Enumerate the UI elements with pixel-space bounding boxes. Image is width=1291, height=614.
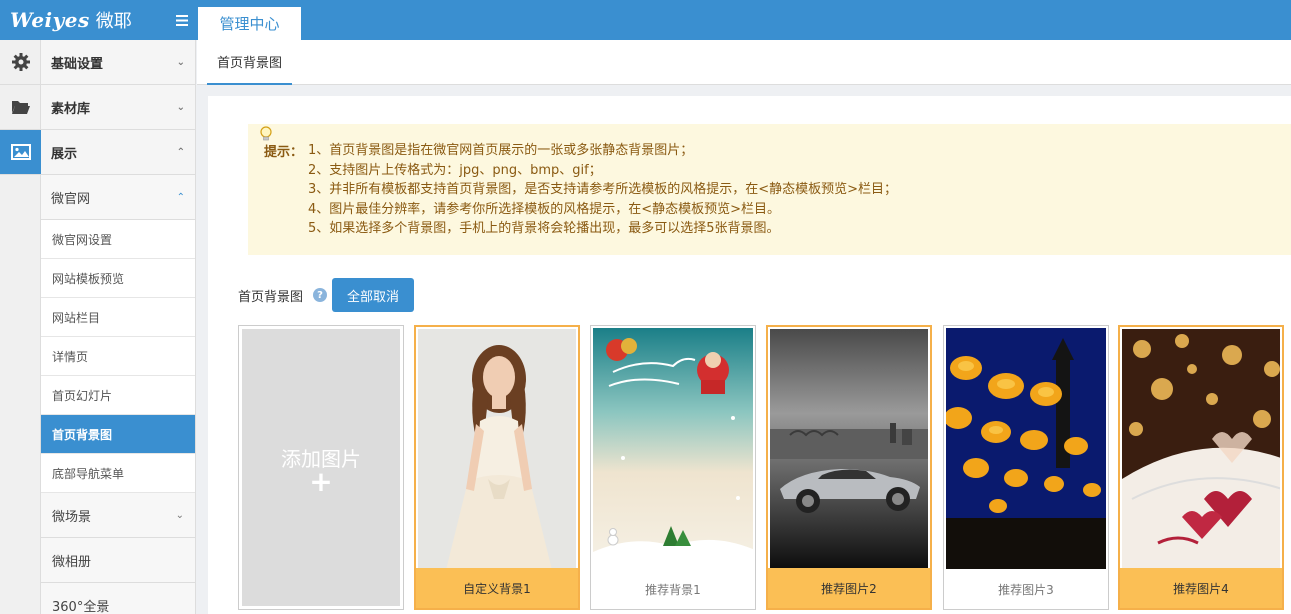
background-thumbnail <box>593 328 753 569</box>
chevron-down-icon: ⌄ <box>175 509 184 521</box>
background-card[interactable]: 自定义背景1 <box>414 325 580 610</box>
lightbulb-icon <box>260 126 272 141</box>
image-icon <box>10 144 31 160</box>
plus-icon: + <box>309 465 333 498</box>
sidebar-icon-materials[interactable] <box>0 85 41 130</box>
sidebar-icon-display[interactable] <box>0 130 41 175</box>
background-card[interactable]: 推荐图片4 <box>1118 325 1284 610</box>
sidebar-item-home-background[interactable]: 首页背景图 <box>41 415 195 454</box>
background-toolbar: 首页背景图 ? 全部取消 <box>238 278 415 312</box>
add-image-button[interactable]: 添加图片 + <box>238 325 404 610</box>
sidebar-item-template-preview[interactable]: 网站模板预览 <box>41 259 195 298</box>
main-content: 提示： 1、首页背景图是指在微官网首页展示的一张或多张静态背景图片； 2、支持图… <box>208 96 1291 614</box>
sidebar-item-site-columns[interactable]: 网站栏目 <box>41 298 195 337</box>
tips-box: 提示： 1、首页背景图是指在微官网首页展示的一张或多张静态背景图片； 2、支持图… <box>248 124 1291 255</box>
background-caption: 推荐图片2 <box>768 568 930 608</box>
tips-label: 提示： <box>264 145 304 160</box>
top-bar: Weiyes 微耶 管理中心 <box>0 0 1291 40</box>
chevron-down-icon: ⌄ <box>176 101 185 113</box>
background-caption: 推荐图片4 <box>1120 568 1282 608</box>
sidebar-subgroup-label: 微官网 <box>51 191 91 207</box>
sidebar-group-display[interactable]: 展示 ⌃ <box>41 130 195 175</box>
sidebar-group-basic[interactable]: 基础设置 ⌄ <box>41 40 195 85</box>
background-card[interactable]: 推荐背景1 <box>590 325 756 610</box>
tip-line: 5、如果选择多个背景图，手机上的背景将会轮播出现，最多可以选择5张背景图。 <box>308 221 780 236</box>
menu-toggle-button[interactable] <box>168 0 196 40</box>
chevron-down-icon: ⌄ <box>176 56 185 68</box>
background-card[interactable]: 推荐图片2 <box>766 325 932 610</box>
sidebar-group-label: 基础设置 <box>51 56 104 72</box>
sidebar-item-home-slides[interactable]: 首页幻灯片 <box>41 376 195 415</box>
gear-icon <box>11 53 30 71</box>
tip-line: 1、首页背景图是指在微官网首页展示的一张或多张静态背景图片； <box>308 143 694 158</box>
tips-lines: 1、首页背景图是指在微官网首页展示的一张或多张静态背景图片； 2、支持图片上传格… <box>308 141 897 239</box>
sidebar-group-panorama[interactable]: 360°全景 <box>41 583 195 614</box>
help-icon[interactable]: ? <box>313 288 328 302</box>
background-label: 首页背景图 <box>238 289 304 305</box>
tip-line: 2、支持图片上传格式为：jpg、png、bmp、gif； <box>308 162 602 178</box>
sidebar-item-microsite-settings[interactable]: 微官网设置 <box>41 220 195 259</box>
background-card[interactable]: 推荐图片3 <box>943 325 1109 610</box>
sidebar-group-micro-album[interactable]: 微相册 <box>41 538 195 583</box>
sidebar-group-label: 素材库 <box>51 101 91 117</box>
cancel-all-button[interactable]: 全部取消 <box>332 278 415 312</box>
sidebar-item-detail-page[interactable]: 详情页 <box>41 337 195 376</box>
tab-admin-center[interactable]: 管理中心 <box>198 5 301 40</box>
sidebar-icon-column <box>0 40 41 614</box>
background-caption: 推荐背景1 <box>645 582 701 597</box>
background-caption: 推荐图片3 <box>998 582 1054 597</box>
logo: Weiyes 微耶 <box>0 0 168 40</box>
background-caption: 自定义背景1 <box>416 568 578 608</box>
hamburger-icon <box>176 14 188 26</box>
sidebar-icon-basic[interactable] <box>0 40 41 85</box>
tip-line: 4、图片最佳分辨率，请参考你所选择模板的风格提示，在<静态模板预览>栏目。 <box>308 201 781 217</box>
sidebar-group-label: 360°全景 <box>52 599 110 614</box>
background-thumbnail <box>770 329 928 568</box>
sidebar-group-materials[interactable]: 素材库 ⌄ <box>41 85 195 130</box>
brand-name-cn: 微耶 <box>95 11 132 32</box>
sub-navigation: 首页背景图 <box>197 40 1291 85</box>
background-thumbnail <box>946 328 1106 569</box>
sidebar-subgroup-microsite[interactable]: 微官网 ⌃ <box>41 175 195 220</box>
background-thumbnail <box>1122 329 1280 568</box>
folder-icon <box>11 101 30 114</box>
brand-name: Weiyes <box>10 8 90 32</box>
chevron-up-icon: ⌃ <box>176 146 185 158</box>
background-thumbnail <box>418 329 576 568</box>
sidebar-group-label: 微场景 <box>52 509 92 525</box>
sidebar-item-bottom-nav[interactable]: 底部导航菜单 <box>41 454 195 493</box>
sidebar-group-label: 微相册 <box>52 554 92 570</box>
chevron-up-icon: ⌃ <box>176 191 185 203</box>
tip-line: 3、并非所有模板都支持首页背景图，是否支持请参考所选模板的风格提示，在<静态模板… <box>308 182 898 197</box>
tab-home-background[interactable]: 首页背景图 <box>207 40 293 85</box>
sidebar-group-label: 展示 <box>51 146 78 162</box>
sidebar: 基础设置 ⌄ 素材库 ⌄ 展示 ⌃ 微官网 ⌃ 微官网设置 网站模板预览 网站栏… <box>41 40 196 614</box>
add-image-area: 添加图片 + <box>242 329 400 606</box>
sidebar-group-micro-scene[interactable]: 微场景 ⌄ <box>41 493 195 538</box>
